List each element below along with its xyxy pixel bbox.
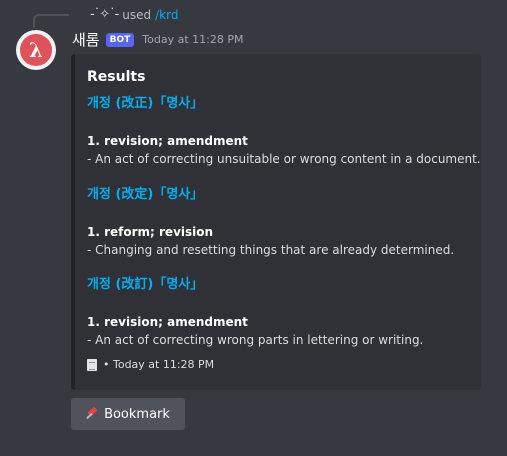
- field-value: 1. revision; amendment - An act of corre…: [87, 132, 481, 168]
- definition-text: - An act of correcting wrong parts in le…: [87, 333, 424, 347]
- definition-text: - Changing and resetting things that are…: [87, 243, 455, 257]
- embed-title: Results: [87, 69, 146, 85]
- embed-footer: • Today at 11:28 PM: [87, 358, 214, 371]
- lambda-icon: λ: [20, 34, 52, 66]
- field-value: 1. revision; amendment - An act of corre…: [87, 313, 477, 349]
- avatar[interactable]: λ: [16, 30, 56, 70]
- document-icon: [87, 358, 97, 371]
- embed-field: 개정 (改訂)「명사」 1. revision; amendment - An …: [87, 276, 477, 349]
- definition-title: 1. reform; revision: [87, 225, 214, 239]
- reply-context[interactable]: -˙✧˙- used /krd: [90, 7, 178, 23]
- timestamp[interactable]: Today at 11:28 PM: [142, 33, 243, 46]
- field-name: 개정 (改定)「명사」: [87, 187, 204, 202]
- embed-field: 개정 (改正)「명사」 1. revision; amendment - An …: [87, 95, 481, 168]
- username[interactable]: 새롬: [72, 29, 100, 50]
- embed-field: 개정 (改定)「명사」 1. reform; revision - Changi…: [87, 186, 477, 259]
- reply-text: used: [122, 8, 152, 22]
- definition-title: 1. revision; amendment: [87, 134, 248, 148]
- definition-text: - An act of correcting unsuitable or wro…: [87, 152, 481, 166]
- command-link[interactable]: /krd: [155, 7, 178, 23]
- sparkle-icon: -˙✧˙-: [90, 7, 119, 22]
- message: -˙✧˙- used /krd λ 새롬 BOT Today at 11:28 …: [0, 0, 507, 456]
- definition-title: 1. revision; amendment: [87, 315, 248, 329]
- bookmark-button[interactable]: Bookmark: [71, 398, 185, 430]
- bookmark-label: Bookmark: [104, 406, 170, 422]
- embed: Results 개정 (改正)「명사」 1. revision; amendme…: [71, 54, 481, 390]
- pushpin-icon: [86, 408, 98, 420]
- bot-badge: BOT: [105, 32, 135, 47]
- message-header: 새롬 BOT Today at 11:28 PM: [72, 29, 243, 50]
- field-value: 1. reform; revision - Changing and reset…: [87, 223, 477, 259]
- footer-text: • Today at 11:28 PM: [103, 358, 215, 371]
- field-name: 개정 (改訂)「명사」: [87, 277, 204, 292]
- reply-connector: [33, 14, 69, 28]
- field-name: 개정 (改正)「명사」: [87, 96, 204, 111]
